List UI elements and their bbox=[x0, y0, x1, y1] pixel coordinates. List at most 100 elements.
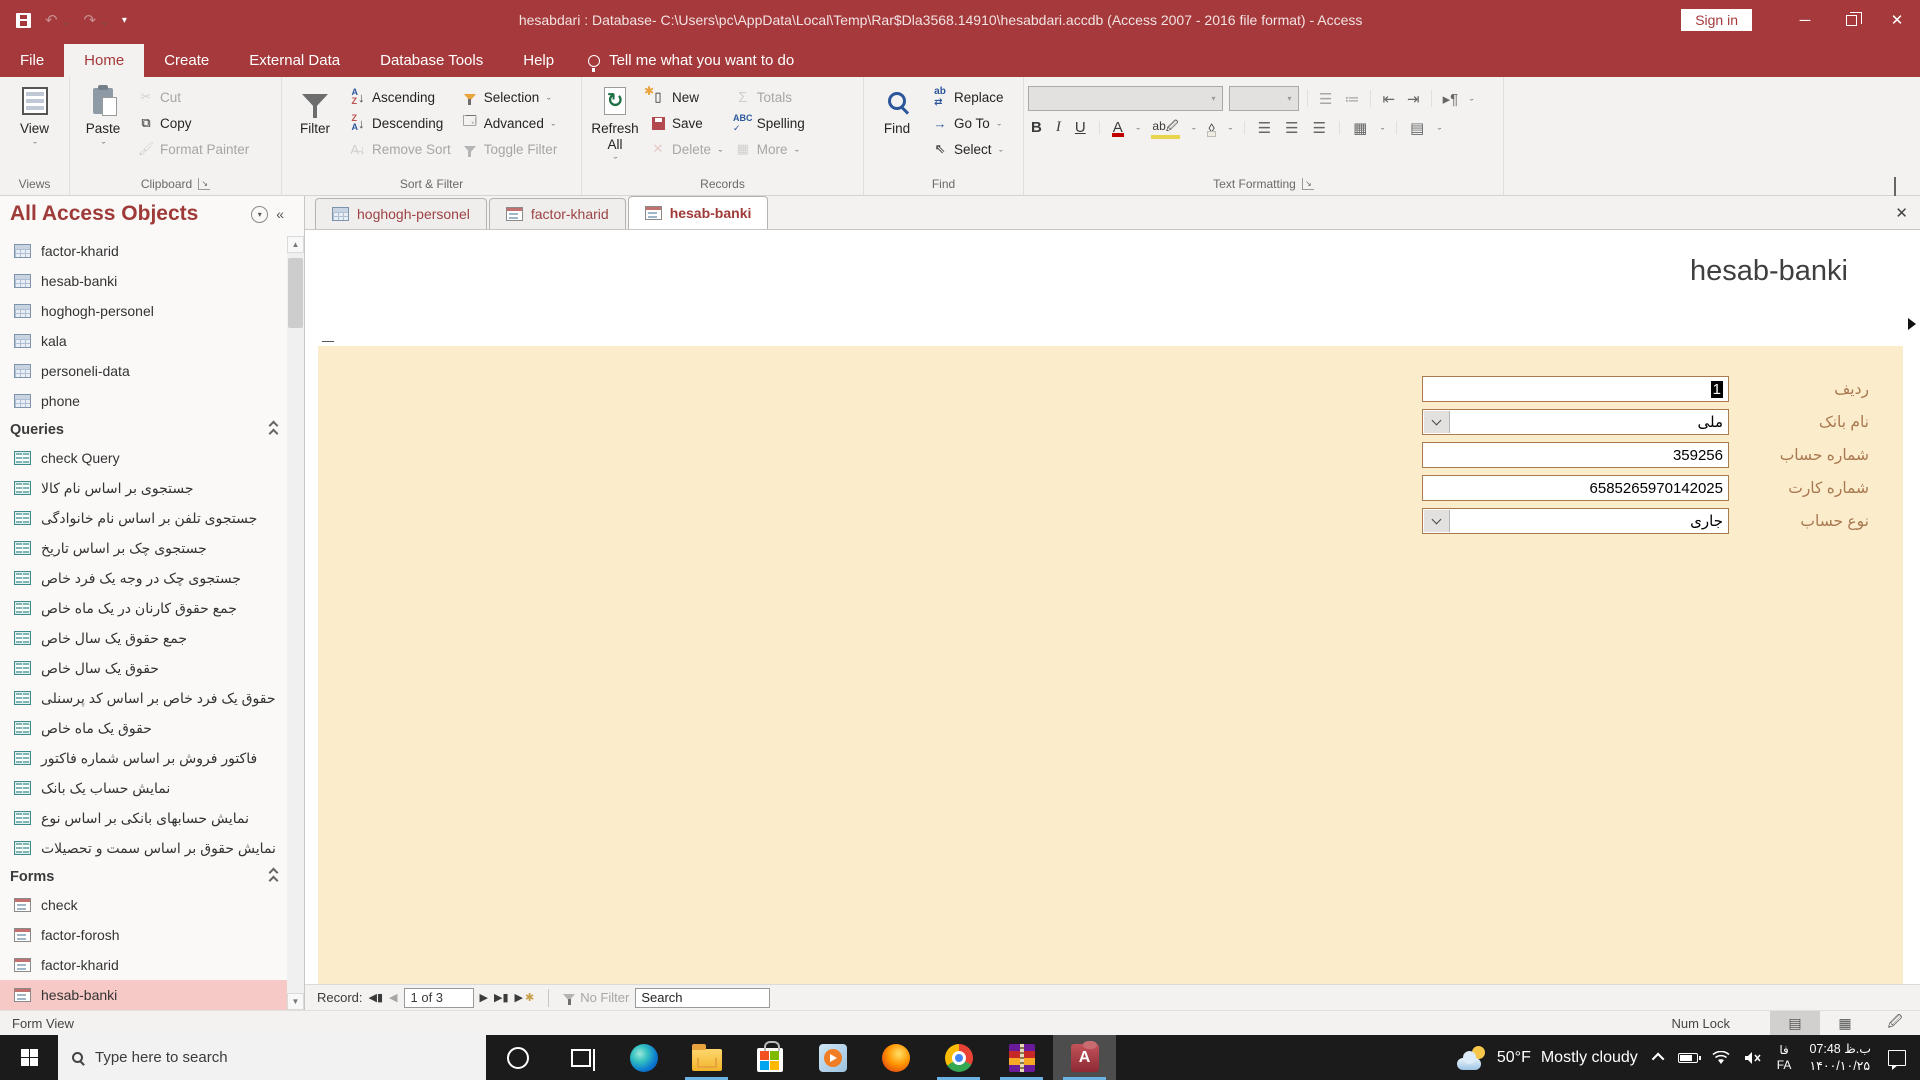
nav-query-جستجوی-تلفن-بر-اساس-نام-خانوادگی[interactable]: جستجوی تلفن بر اساس نام خانوادگی bbox=[0, 503, 287, 533]
nav-query-نمایش-حقوق-بر-اساس-سمت-و-تحصیلات[interactable]: نمایش حقوق بر اساس سمت و تحصیلات bbox=[0, 833, 287, 863]
nav-form-factor-kharid[interactable]: factor-kharid bbox=[0, 950, 287, 980]
first-record-icon[interactable]: ◀▮ bbox=[369, 991, 384, 1004]
network-indicator[interactable] bbox=[1705, 1035, 1737, 1080]
tab-database-tools[interactable]: Database Tools bbox=[360, 44, 503, 77]
nav-query-جستجوی-چک-در-وجه-یک-فرد-خاص[interactable]: جستجوی چک در وجه یک فرد خاص bbox=[0, 563, 287, 593]
no-filter-indicator[interactable]: No Filter bbox=[563, 990, 629, 1005]
undo-icon[interactable]: ↶ ⌄ bbox=[45, 11, 69, 29]
language-indicator[interactable]: فا FA bbox=[1769, 1043, 1800, 1073]
nav-group-queries[interactable]: Queries bbox=[0, 416, 287, 443]
nav-table-personeli-data[interactable]: personeli-data bbox=[0, 356, 287, 386]
collapse-ribbon-icon[interactable] bbox=[1894, 177, 1906, 196]
nav-query-نمایش-حساب-یک-بانک[interactable]: نمایش حساب یک بانک bbox=[0, 773, 287, 803]
advanced-button[interactable]: 🗔 Advanced ⌄ bbox=[456, 110, 563, 136]
redo-icon[interactable]: ↷ ⌄ bbox=[83, 11, 107, 29]
close-button[interactable]: ✕ bbox=[1874, 0, 1920, 40]
font-name-combo[interactable]: ▾ bbox=[1028, 86, 1223, 111]
taskbar-app-media-player[interactable] bbox=[801, 1035, 864, 1080]
fill-color-icon[interactable]: ⬨ bbox=[1205, 119, 1218, 137]
save-icon[interactable] bbox=[16, 12, 31, 28]
form-view-button[interactable]: ▤ bbox=[1770, 1011, 1820, 1035]
underline-icon[interactable]: U bbox=[1072, 119, 1089, 136]
view-button[interactable]: View ⌄ bbox=[6, 82, 64, 146]
format-painter-button[interactable]: 🖌 Format Painter bbox=[132, 136, 254, 162]
nav-table-hesab-banki[interactable]: hesab-banki bbox=[0, 266, 287, 296]
taskbar-app-access[interactable]: A bbox=[1053, 1035, 1116, 1080]
nav-group-forms[interactable]: Forms bbox=[0, 863, 287, 890]
more-button[interactable]: ▦ More ⌄ bbox=[729, 136, 810, 162]
record-position-box[interactable]: 1 of 3 bbox=[403, 987, 474, 1008]
paste-button[interactable]: Paste ⌄ bbox=[74, 82, 132, 146]
descending-button[interactable]: Z A ↓ Descending bbox=[344, 110, 456, 136]
minimize-button[interactable]: ─ bbox=[1782, 0, 1828, 40]
nav-query-حقوق-یک-سال-خاص[interactable]: حقوق یک سال خاص bbox=[0, 653, 287, 683]
close-document-icon[interactable]: ✕ bbox=[1895, 204, 1908, 222]
doc-tab-factor-kharid[interactable]: factor-kharid bbox=[488, 198, 626, 229]
taskbar-app-chrome[interactable] bbox=[927, 1035, 990, 1080]
field-input-3[interactable]: 6585265970142025 bbox=[1422, 475, 1729, 501]
select-button[interactable]: ⇖ Select ⌄ bbox=[926, 136, 1009, 162]
spelling-button[interactable]: ABC ✓ Spelling bbox=[729, 110, 810, 136]
text-direction-icon[interactable]: ▸¶ bbox=[1440, 90, 1462, 108]
taskbar-app-firefox[interactable] bbox=[864, 1035, 927, 1080]
weather-widget[interactable]: 50°F Mostly cloudy bbox=[1447, 1045, 1648, 1070]
next-record-icon[interactable]: ▶ bbox=[480, 991, 488, 1004]
volume-indicator[interactable] bbox=[1737, 1035, 1769, 1080]
cut-button[interactable]: ✂ Cut bbox=[132, 84, 254, 110]
delete-record-button[interactable]: ✕ Delete ⌄ bbox=[644, 136, 729, 162]
increase-indent-icon[interactable]: ⇥ bbox=[1404, 90, 1423, 108]
text-formatting-dialog-launcher-icon[interactable]: ↘ bbox=[1301, 178, 1314, 190]
cortana-button[interactable] bbox=[486, 1035, 549, 1080]
new-record-button[interactable]: ▯ ✱ New bbox=[644, 84, 729, 110]
sign-in-button[interactable]: Sign in bbox=[1681, 9, 1752, 31]
nav-table-kala[interactable]: kala bbox=[0, 326, 287, 356]
save-record-button[interactable]: Save bbox=[644, 110, 729, 136]
design-view-button[interactable]: 🖉 bbox=[1870, 1011, 1920, 1035]
scroll-thumb[interactable] bbox=[288, 258, 303, 328]
align-left-icon[interactable]: ☰ bbox=[1255, 119, 1274, 137]
new-record-nav-icon[interactable]: ▶ ✱ bbox=[515, 991, 535, 1004]
field-input-2[interactable]: 359256 bbox=[1422, 442, 1729, 468]
scroll-up-icon[interactable]: ▲ bbox=[287, 236, 304, 253]
font-size-combo[interactable]: ▾ bbox=[1229, 86, 1299, 111]
align-center-icon[interactable]: ☰ bbox=[1282, 119, 1301, 137]
clock-widget[interactable]: ب.ظ 07:48 ۱۴۰۰/۱۰/۲۵ bbox=[1799, 1041, 1881, 1074]
nav-query-نمایش-حسابهای-بانکی-بر-اساس-نوع[interactable]: نمایش حسابهای بانکی بر اساس نوع bbox=[0, 803, 287, 833]
nav-table-hoghogh-personel[interactable]: hoghogh-personel bbox=[0, 296, 287, 326]
nav-query-check-query[interactable]: check Query bbox=[0, 443, 287, 473]
gridlines-icon[interactable]: ▦ bbox=[1350, 119, 1370, 137]
tell-me-box[interactable]: Tell me what you want to do bbox=[574, 44, 808, 77]
action-center-button[interactable] bbox=[1881, 1035, 1920, 1080]
selection-button[interactable]: Selection ⌄ bbox=[456, 84, 563, 110]
nav-form-hesab-banki[interactable]: hesab-banki bbox=[0, 980, 287, 1010]
tab-help[interactable]: Help bbox=[503, 44, 574, 77]
ascending-button[interactable]: A Z ↓ Ascending bbox=[344, 84, 456, 110]
refresh-all-button[interactable]: ↻ Refresh All ⌄ bbox=[586, 82, 644, 161]
decrease-indent-icon[interactable]: ⇤ bbox=[1379, 90, 1398, 108]
taskbar-app-winrar[interactable] bbox=[990, 1035, 1053, 1080]
nav-query-حقوق-یک-ماه-خاص[interactable]: حقوق یک ماه خاص bbox=[0, 713, 287, 743]
find-button[interactable]: Find bbox=[868, 82, 926, 137]
nav-query-حقوق-یک-فرد-خاص-بر-اساس-کد-پرسنلی[interactable]: حقوق یک فرد خاص بر اساس کد پرسنلی bbox=[0, 683, 287, 713]
nav-form-factor-forosh[interactable]: factor-forosh bbox=[0, 920, 287, 950]
filter-button[interactable]: Filter bbox=[286, 82, 344, 137]
nav-query-جمع-حقوق-کارنان-در-یک-ماه-خاص[interactable]: جمع حقوق کارنان در یک ماه خاص bbox=[0, 593, 287, 623]
nav-table-factor-kharid[interactable]: factor-kharid bbox=[0, 236, 287, 266]
tray-expand-button[interactable] bbox=[1648, 1035, 1671, 1080]
toggle-filter-button[interactable]: Toggle Filter bbox=[456, 136, 563, 162]
numbering-icon[interactable]: ≔ bbox=[1341, 90, 1362, 108]
taskbar-app-microsoft-store[interactable] bbox=[738, 1035, 801, 1080]
nav-query-جستجوی-بر-اساس-نام-کالا[interactable]: جستجوی بر اساس نام کالا bbox=[0, 473, 287, 503]
tab-home[interactable]: Home bbox=[64, 44, 145, 77]
nav-form-check[interactable]: check bbox=[0, 890, 287, 920]
field-input-0[interactable]: 1 bbox=[1422, 376, 1729, 402]
field-input-4[interactable]: جاری bbox=[1422, 508, 1729, 534]
nav-table-phone[interactable]: phone bbox=[0, 386, 287, 416]
nav-query-جستجوی-چک-بر-اساس-تاریخ[interactable]: جستجوی چک بر اساس تاریخ bbox=[0, 533, 287, 563]
battery-indicator[interactable] bbox=[1671, 1035, 1705, 1080]
doc-tab-hoghogh-personel[interactable]: hoghogh-personel bbox=[315, 198, 487, 229]
record-search-input[interactable]: Search bbox=[635, 987, 771, 1008]
clipboard-dialog-launcher-icon[interactable]: ↘ bbox=[198, 178, 211, 190]
scroll-down-icon[interactable]: ▼ bbox=[287, 993, 304, 1010]
last-record-icon[interactable]: ▶▮ bbox=[494, 991, 509, 1004]
